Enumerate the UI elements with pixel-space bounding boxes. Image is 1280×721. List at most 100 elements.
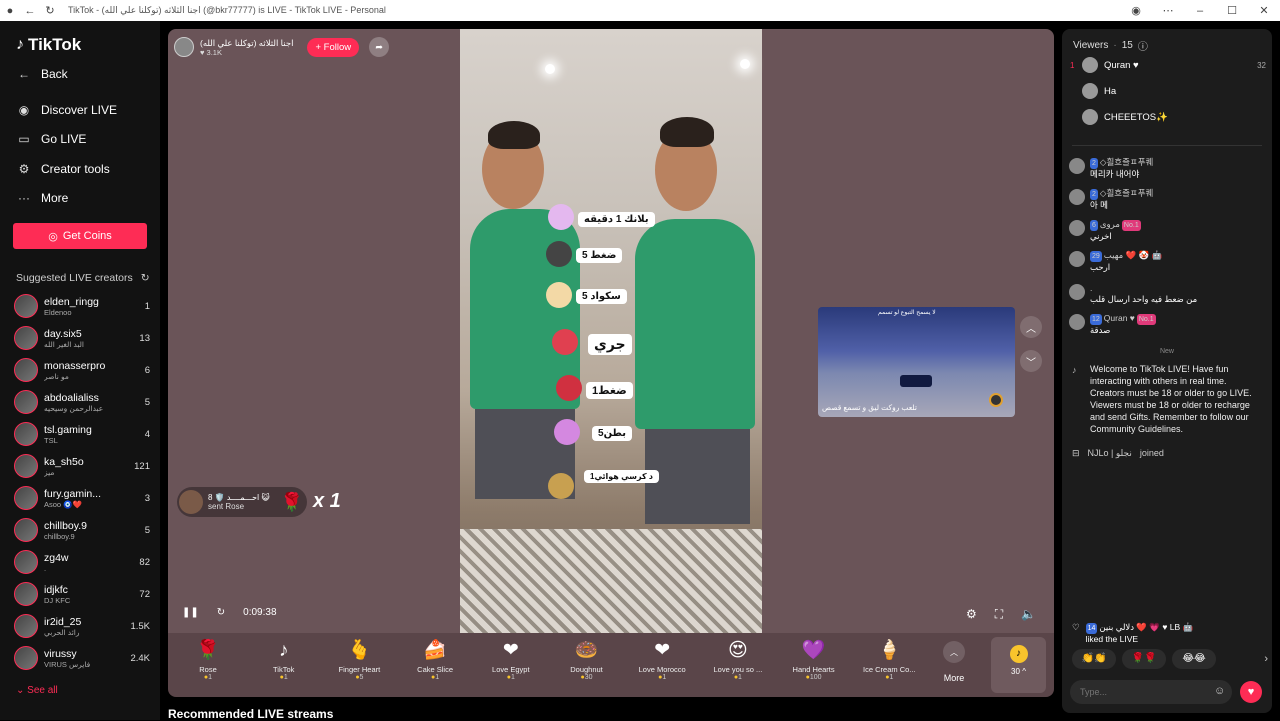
avatar (1069, 220, 1085, 236)
chat-message[interactable]: 6 مروى No.1 اخرني (1069, 219, 1265, 242)
avatar (14, 646, 38, 670)
browser-menu-icon[interactable]: ⋯ (1152, 4, 1184, 17)
nav-more[interactable]: ··· More (17, 191, 68, 205)
live-timer: 0:09:38 (243, 607, 277, 618)
close-button[interactable]: ✕ (1248, 4, 1280, 17)
gift-item[interactable]: 🍩 Doughnut ●30 (552, 639, 622, 681)
gift-icon: ❤ (654, 640, 671, 661)
avatar[interactable] (174, 37, 194, 57)
gift-name: Cake Slice (417, 665, 454, 674)
gift-item[interactable]: 🌹 Rose ●1 (173, 639, 243, 681)
gift-item[interactable]: 🫰 Finger Heart ●5 (324, 639, 394, 681)
avatar (14, 422, 38, 446)
settings-icon[interactable]: ⚙ (966, 607, 977, 622)
chevron-right-icon[interactable]: › (1264, 653, 1268, 665)
nav-creator-tools[interactable]: ⚙ Creator tools (17, 162, 110, 176)
info-icon[interactable]: ⓘ (1138, 38, 1148, 53)
creator-name: day.six5 (44, 327, 82, 340)
fullscreen-icon[interactable]: ⛶ (995, 607, 1003, 622)
emoji-icon[interactable]: ☺ (1214, 685, 1225, 697)
chat-message[interactable]: 29 مهيب ❤️ 🤡 🤖 ارحب (1069, 250, 1265, 273)
creator-item[interactable]: virussy VIRUS فايرس 2.4K (14, 643, 150, 673)
live-video[interactable]: بلانك 1 دقيقه 5 ضغط 5 سكواد جري 1ضغط 5بط… (460, 29, 762, 633)
chat-message[interactable]: 12 Quran ♥ No.1 صدقة (1069, 313, 1265, 336)
pause-icon[interactable]: ❚❚ (182, 607, 199, 618)
volume-icon[interactable]: 🔈 (1021, 607, 1036, 622)
creator-item[interactable]: zg4w. 82 (14, 547, 150, 577)
avatar (1069, 189, 1085, 205)
creator-item[interactable]: idjkfc DJ KFC 72 (14, 579, 150, 609)
creator-name: chillboy.9 (44, 519, 87, 532)
reaction-button[interactable]: 🌹🌹 (1122, 649, 1166, 669)
tiktok-logo[interactable]: ♪ TikTok (16, 35, 81, 55)
gift-item[interactable]: ♪ TikTok ●1 (249, 639, 319, 681)
viewer-rank: 1 (1070, 60, 1075, 70)
creator-item[interactable]: chillboy.9 chillboy.9 5 (14, 515, 150, 545)
gift-item[interactable]: 😍 Love you so ... ●1 (703, 639, 773, 681)
gift-item[interactable]: 💜 Hand Hearts ●100 (779, 639, 849, 681)
chevron-down-icon[interactable]: ﹀ (1020, 350, 1042, 372)
tiktok-note-icon: ♪ (1072, 365, 1077, 375)
back-link[interactable]: ← Back (17, 67, 68, 81)
host-name[interactable]: اجنا الثلاثه (توكلنا علي الله) (200, 38, 293, 48)
gift-icon: 🍰 (423, 640, 447, 661)
creator-item[interactable]: ka_sh5o ميز 121 (14, 451, 150, 481)
see-all-link[interactable]: ⌄ See all (16, 685, 58, 696)
browser-titlebar: ● ← ↻ TikTok - اجنا الثلاثه (توكلنا علي … (0, 0, 1280, 21)
minimize-button[interactable]: – (1184, 5, 1216, 17)
nav-discover-live[interactable]: ◉ Discover LIVE (17, 103, 117, 117)
creator-nickname: DJ KFC (44, 595, 71, 605)
live-stage: بلانك 1 دقيقه 5 ضغط 5 سكواد جري 1ضغط 5بط… (168, 29, 1054, 633)
reload-icon[interactable]: ↻ (40, 0, 60, 21)
creator-item[interactable]: elden_ringg Eldenoo 1 (14, 291, 150, 321)
chat-message[interactable]: 2 ◇흴흐즐ㅍ푸퀘 메리카 내어야 (1069, 157, 1265, 180)
creator-item[interactable]: tsl.gaming TSL 4 (14, 419, 150, 449)
creator-item[interactable]: day.six5 البد الغير الله 13 (14, 323, 150, 353)
viewer-row[interactable]: Ha (1070, 81, 1266, 101)
gift-icon: 💜 (801, 640, 826, 661)
coin-balance-button[interactable]: ♪ 30 ^ (991, 637, 1046, 693)
gift-item[interactable]: ❤ Love Egypt ●1 (476, 639, 546, 681)
divider (1072, 145, 1262, 146)
refresh-icon[interactable]: ↻ (217, 607, 225, 618)
share-icon[interactable]: ➦ (369, 37, 390, 57)
maximize-button[interactable]: ☐ (1216, 4, 1248, 17)
gift-item[interactable]: ❤ Love Morocco ●1 (627, 639, 697, 681)
viewer-row[interactable]: CHEEETOS✨ (1070, 107, 1266, 127)
left-sidebar: ♪ TikTok ← Back ◉ Discover LIVE ▭ Go LIV… (0, 21, 160, 720)
sticker-icon (546, 241, 572, 267)
joined-message: ⊟ NJLo | نجلو joined (1072, 448, 1164, 458)
tiktok-note-icon: ♪ (16, 36, 24, 53)
reaction-button[interactable]: 👏👏 (1072, 649, 1116, 669)
reaction-button[interactable]: 😂😂 (1172, 649, 1216, 669)
follow-button[interactable]: + Follow (307, 37, 360, 57)
get-coins-button[interactable]: ◎ Get Coins (13, 223, 147, 249)
profile-icon[interactable]: ◉ (1120, 4, 1152, 17)
chat-message[interactable]: 2 ◇흴흐즐ㅍ푸퀘 아 메 (1069, 188, 1265, 211)
level-badge: 2 (1090, 189, 1098, 200)
chat-username: مروى (1099, 219, 1120, 229)
nav-go-live[interactable]: ▭ Go LIVE (17, 132, 86, 146)
avatar (14, 550, 38, 574)
new-label: New (1159, 348, 1174, 355)
creator-item[interactable]: ir2id_25 رائد الحربي 1.5K (14, 611, 150, 641)
like-heart-button[interactable]: ♥ (1240, 681, 1262, 703)
creator-nickname: رائد الحربي (44, 627, 80, 637)
creator-item[interactable]: fury.gamin... Asoo 🧿❤️ 3 (14, 483, 150, 513)
viewer-row[interactable]: 1 Quran ♥ 32 (1070, 55, 1266, 75)
back-arrow-icon[interactable]: ← (20, 0, 40, 21)
gift-item[interactable]: 🍰 Cake Slice ●1 (400, 639, 470, 681)
chevron-up-icon[interactable]: ︿ (1020, 316, 1042, 338)
refresh-icon[interactable]: ↻ (141, 272, 150, 284)
chat-input[interactable] (1070, 680, 1232, 704)
gift-name: Love you so ... (713, 665, 763, 674)
chat-message[interactable]: . من ضعط فيه واحد ارسال قلب (1069, 283, 1265, 305)
next-live-preview[interactable]: لا يسمح التبوع لو تسمم تلعب روكت ليق و ت… (818, 307, 1015, 417)
creator-item[interactable]: abdoalialiss عبدالرحمن وسيحيه 5 (14, 387, 150, 417)
more-gifts-button[interactable]: ︿ More (940, 641, 968, 683)
creator-viewers: 82 (139, 556, 150, 568)
creator-item[interactable]: monasserpro مو ناصر 6 (14, 355, 150, 385)
gift-item[interactable]: 🍦 Ice Cream Co... ●1 (854, 639, 924, 681)
car-icon (900, 375, 932, 387)
level-badge: 14 (1085, 623, 1098, 634)
